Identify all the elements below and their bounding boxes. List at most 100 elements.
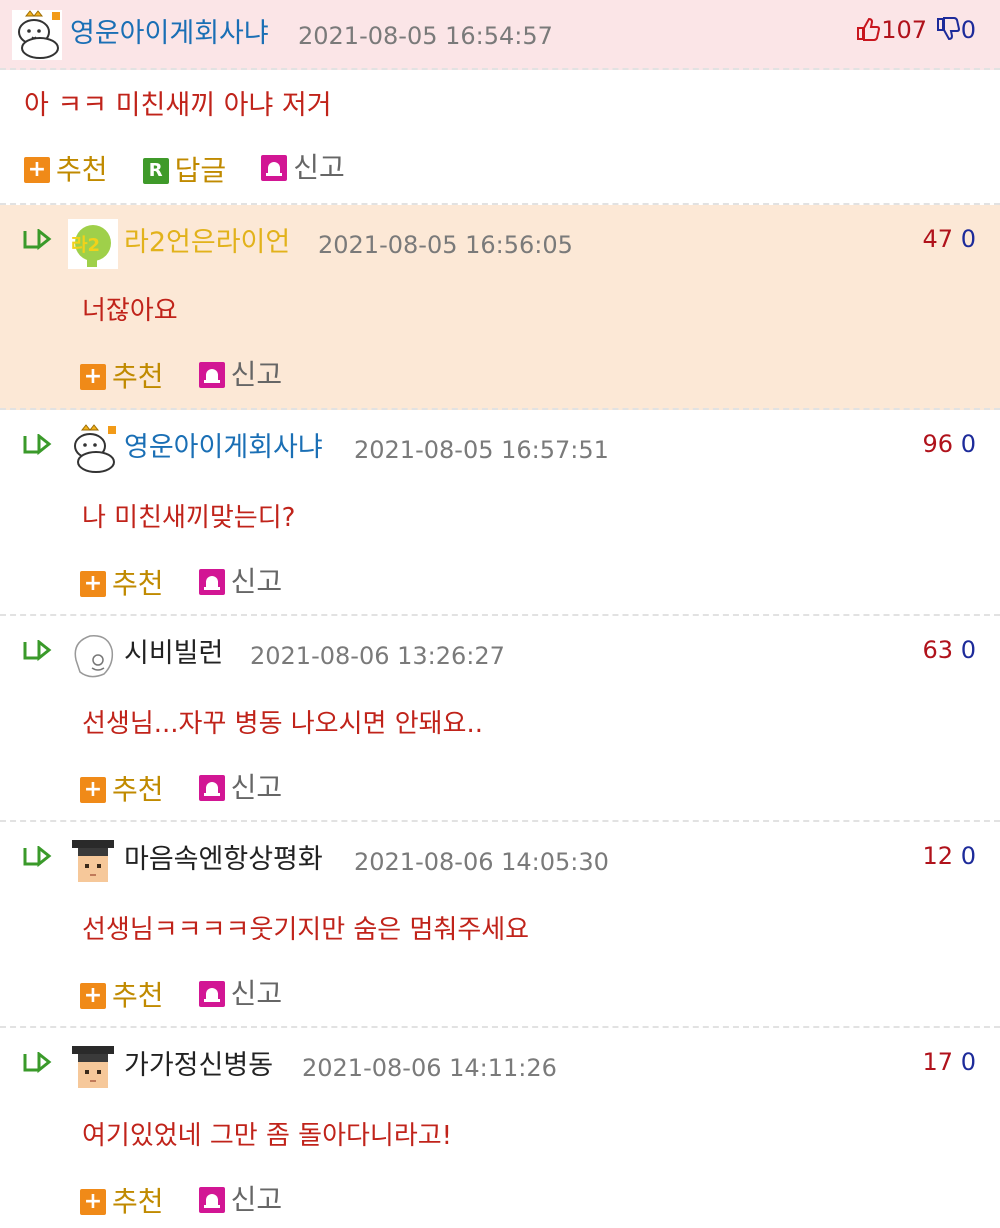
- thumbs-up-icon[interactable]: [855, 16, 881, 42]
- author-nickname[interactable]: 마음속엔항상평화: [124, 842, 323, 878]
- comment-datetime: 2021-08-05 16:54:57: [298, 22, 553, 50]
- recommend-label: 추천: [112, 773, 164, 806]
- recommend-button[interactable]: + 추천: [80, 978, 164, 1014]
- upvote-count: 96: [922, 430, 954, 458]
- comment-reply: 라2 라2언은라이언 2021-08-05 16:56:05 47 0 너잖아요…: [0, 205, 1000, 410]
- comment-actions: + 추천 신고: [80, 1182, 312, 1218]
- comment-reply: 영운아이게회사냐 2021-08-05 16:57:51 96 0 나 미친새끼…: [0, 410, 1000, 616]
- sketch-face-avatar[interactable]: [68, 630, 118, 680]
- graduate-avatar[interactable]: [68, 1042, 118, 1092]
- graduate-avatar[interactable]: [68, 836, 118, 886]
- comment-root: 영운아이게회사냐 2021-08-05 16:54:57 107 0: [0, 0, 1000, 70]
- report-button[interactable]: 신고: [261, 150, 345, 186]
- recommend-button[interactable]: + 추천: [80, 359, 164, 395]
- comment-text: 나 미친새끼맞는디?: [82, 503, 296, 533]
- author-nickname[interactable]: 영운아이게회사냐: [124, 430, 323, 466]
- recommend-button[interactable]: + 추천: [24, 152, 108, 188]
- comment-root-body: 아 ㅋㅋ 미친새끼 아냐 저거 + 추천 R 답글 신고: [0, 70, 1000, 205]
- plus-square-icon: +: [80, 364, 106, 390]
- report-button[interactable]: 신고: [198, 770, 283, 806]
- report-button[interactable]: 신고: [198, 976, 283, 1012]
- comment-reply: 마음속엔항상평화 2021-08-06 14:05:30 12 0 선생님ㅋㅋㅋ…: [0, 822, 1000, 1028]
- vote-counts: 17 0: [923, 1046, 976, 1078]
- comment-datetime: 2021-08-06 14:11:26: [302, 1054, 557, 1082]
- downvote-count: 0: [960, 16, 976, 44]
- plus-square-icon: +: [80, 777, 106, 803]
- comment-datetime: 2021-08-06 13:26:27: [250, 642, 505, 670]
- comment-reply: 시비빌런 2021-08-06 13:26:27 63 0 선생님...자꾸 병…: [0, 616, 1000, 822]
- downvote-count: 0: [960, 636, 976, 664]
- comment-actions: + 추천 신고: [80, 357, 312, 393]
- upvote-count: 12: [922, 842, 954, 870]
- vote-counts: 107 0: [855, 14, 976, 46]
- comment-text: 너잖아요: [82, 296, 178, 326]
- reply-arrow-icon: [23, 640, 52, 662]
- vote-counts: 96 0: [923, 428, 976, 460]
- comment-actions: + 추천 신고: [80, 770, 312, 806]
- recommend-label: 추천: [56, 153, 108, 186]
- report-label: 신고: [230, 358, 283, 391]
- plus-square-icon: +: [80, 983, 106, 1009]
- comment-actions: + 추천 신고: [80, 564, 312, 600]
- author-nickname[interactable]: 가가정신병동: [124, 1048, 273, 1084]
- siren-icon: [198, 981, 225, 1007]
- report-button[interactable]: 신고: [198, 564, 283, 600]
- vote-counts: 63 0: [923, 634, 976, 666]
- comment-datetime: 2021-08-05 16:57:51: [354, 436, 609, 464]
- upvote-count: 107: [881, 16, 928, 44]
- reply-arrow-icon: [23, 846, 52, 868]
- reply-arrow-icon: [23, 1052, 52, 1074]
- vote-counts: 12 0: [923, 840, 976, 872]
- author-nickname[interactable]: 시비빌런: [124, 636, 223, 672]
- author-nickname[interactable]: 영운아이게회사냐: [70, 16, 269, 52]
- thumbs-down-icon[interactable]: [935, 16, 961, 42]
- report-button[interactable]: 신고: [198, 1182, 283, 1218]
- comment-reply: 가가정신병동 2021-08-06 14:11:26 17 0 여기있었네 그만…: [0, 1028, 1000, 1228]
- downvote-count: 0: [960, 225, 976, 253]
- recommend-button[interactable]: + 추천: [80, 772, 164, 808]
- report-label: 신고: [293, 151, 345, 184]
- report-label: 신고: [230, 1183, 283, 1216]
- comment-text: 선생님...자꾸 병동 나오시면 안돼요..: [82, 709, 483, 739]
- plus-square-icon: +: [24, 157, 50, 183]
- siren-icon: [261, 155, 288, 181]
- recommend-label: 추천: [112, 567, 164, 600]
- reply-arrow-icon: [23, 434, 52, 456]
- siren-icon: [198, 362, 225, 388]
- green-lion-avatar[interactable]: 라2: [68, 219, 118, 269]
- downvote-count: 0: [960, 1048, 976, 1076]
- report-label: 신고: [230, 565, 283, 598]
- plus-square-icon: +: [80, 1189, 106, 1215]
- comment-text: 여기있었네 그만 좀 돌아다니라고!: [82, 1121, 453, 1151]
- recommend-label: 추천: [112, 979, 164, 1012]
- recommend-button[interactable]: + 추천: [80, 1184, 164, 1220]
- comment-text: 아 ㅋㅋ 미친새끼 아냐 저거: [24, 90, 332, 121]
- report-label: 신고: [230, 977, 283, 1010]
- upvote-count: 17: [922, 1048, 954, 1076]
- svg-text:라2: 라2: [71, 235, 100, 256]
- comment-actions: + 추천 신고: [80, 976, 312, 1012]
- comment-header: 영운아이게회사냐 2021-08-05 16:54:57 107 0: [0, 0, 1000, 70]
- comment-datetime: 2021-08-06 14:05:30: [354, 848, 609, 876]
- recommend-label: 추천: [112, 360, 164, 393]
- cat-king-avatar[interactable]: [68, 424, 118, 474]
- siren-icon: [198, 569, 225, 595]
- author-nickname[interactable]: 라2언은라이언: [124, 225, 290, 261]
- comment-text: 선생님ㅋㅋㅋㅋ웃기지만 숨은 멈춰주세요: [82, 915, 530, 945]
- reply-arrow-icon: [23, 229, 52, 251]
- siren-icon: [198, 1187, 225, 1213]
- downvote-count: 0: [960, 842, 976, 870]
- upvote-count: 47: [922, 225, 954, 253]
- report-label: 신고: [230, 771, 283, 804]
- recommend-label: 추천: [112, 1185, 164, 1218]
- comment-actions: + 추천 R 답글 신고: [24, 150, 375, 189]
- reply-label: 답글: [174, 154, 227, 187]
- cat-king-avatar[interactable]: [12, 10, 62, 60]
- plus-square-icon: +: [80, 571, 106, 597]
- recommend-button[interactable]: + 추천: [80, 566, 164, 602]
- downvote-count: 0: [960, 430, 976, 458]
- reply-button[interactable]: R 답글: [142, 153, 227, 189]
- report-button[interactable]: 신고: [198, 357, 283, 393]
- r-square-icon: R: [142, 158, 169, 184]
- upvote-count: 63: [922, 636, 954, 664]
